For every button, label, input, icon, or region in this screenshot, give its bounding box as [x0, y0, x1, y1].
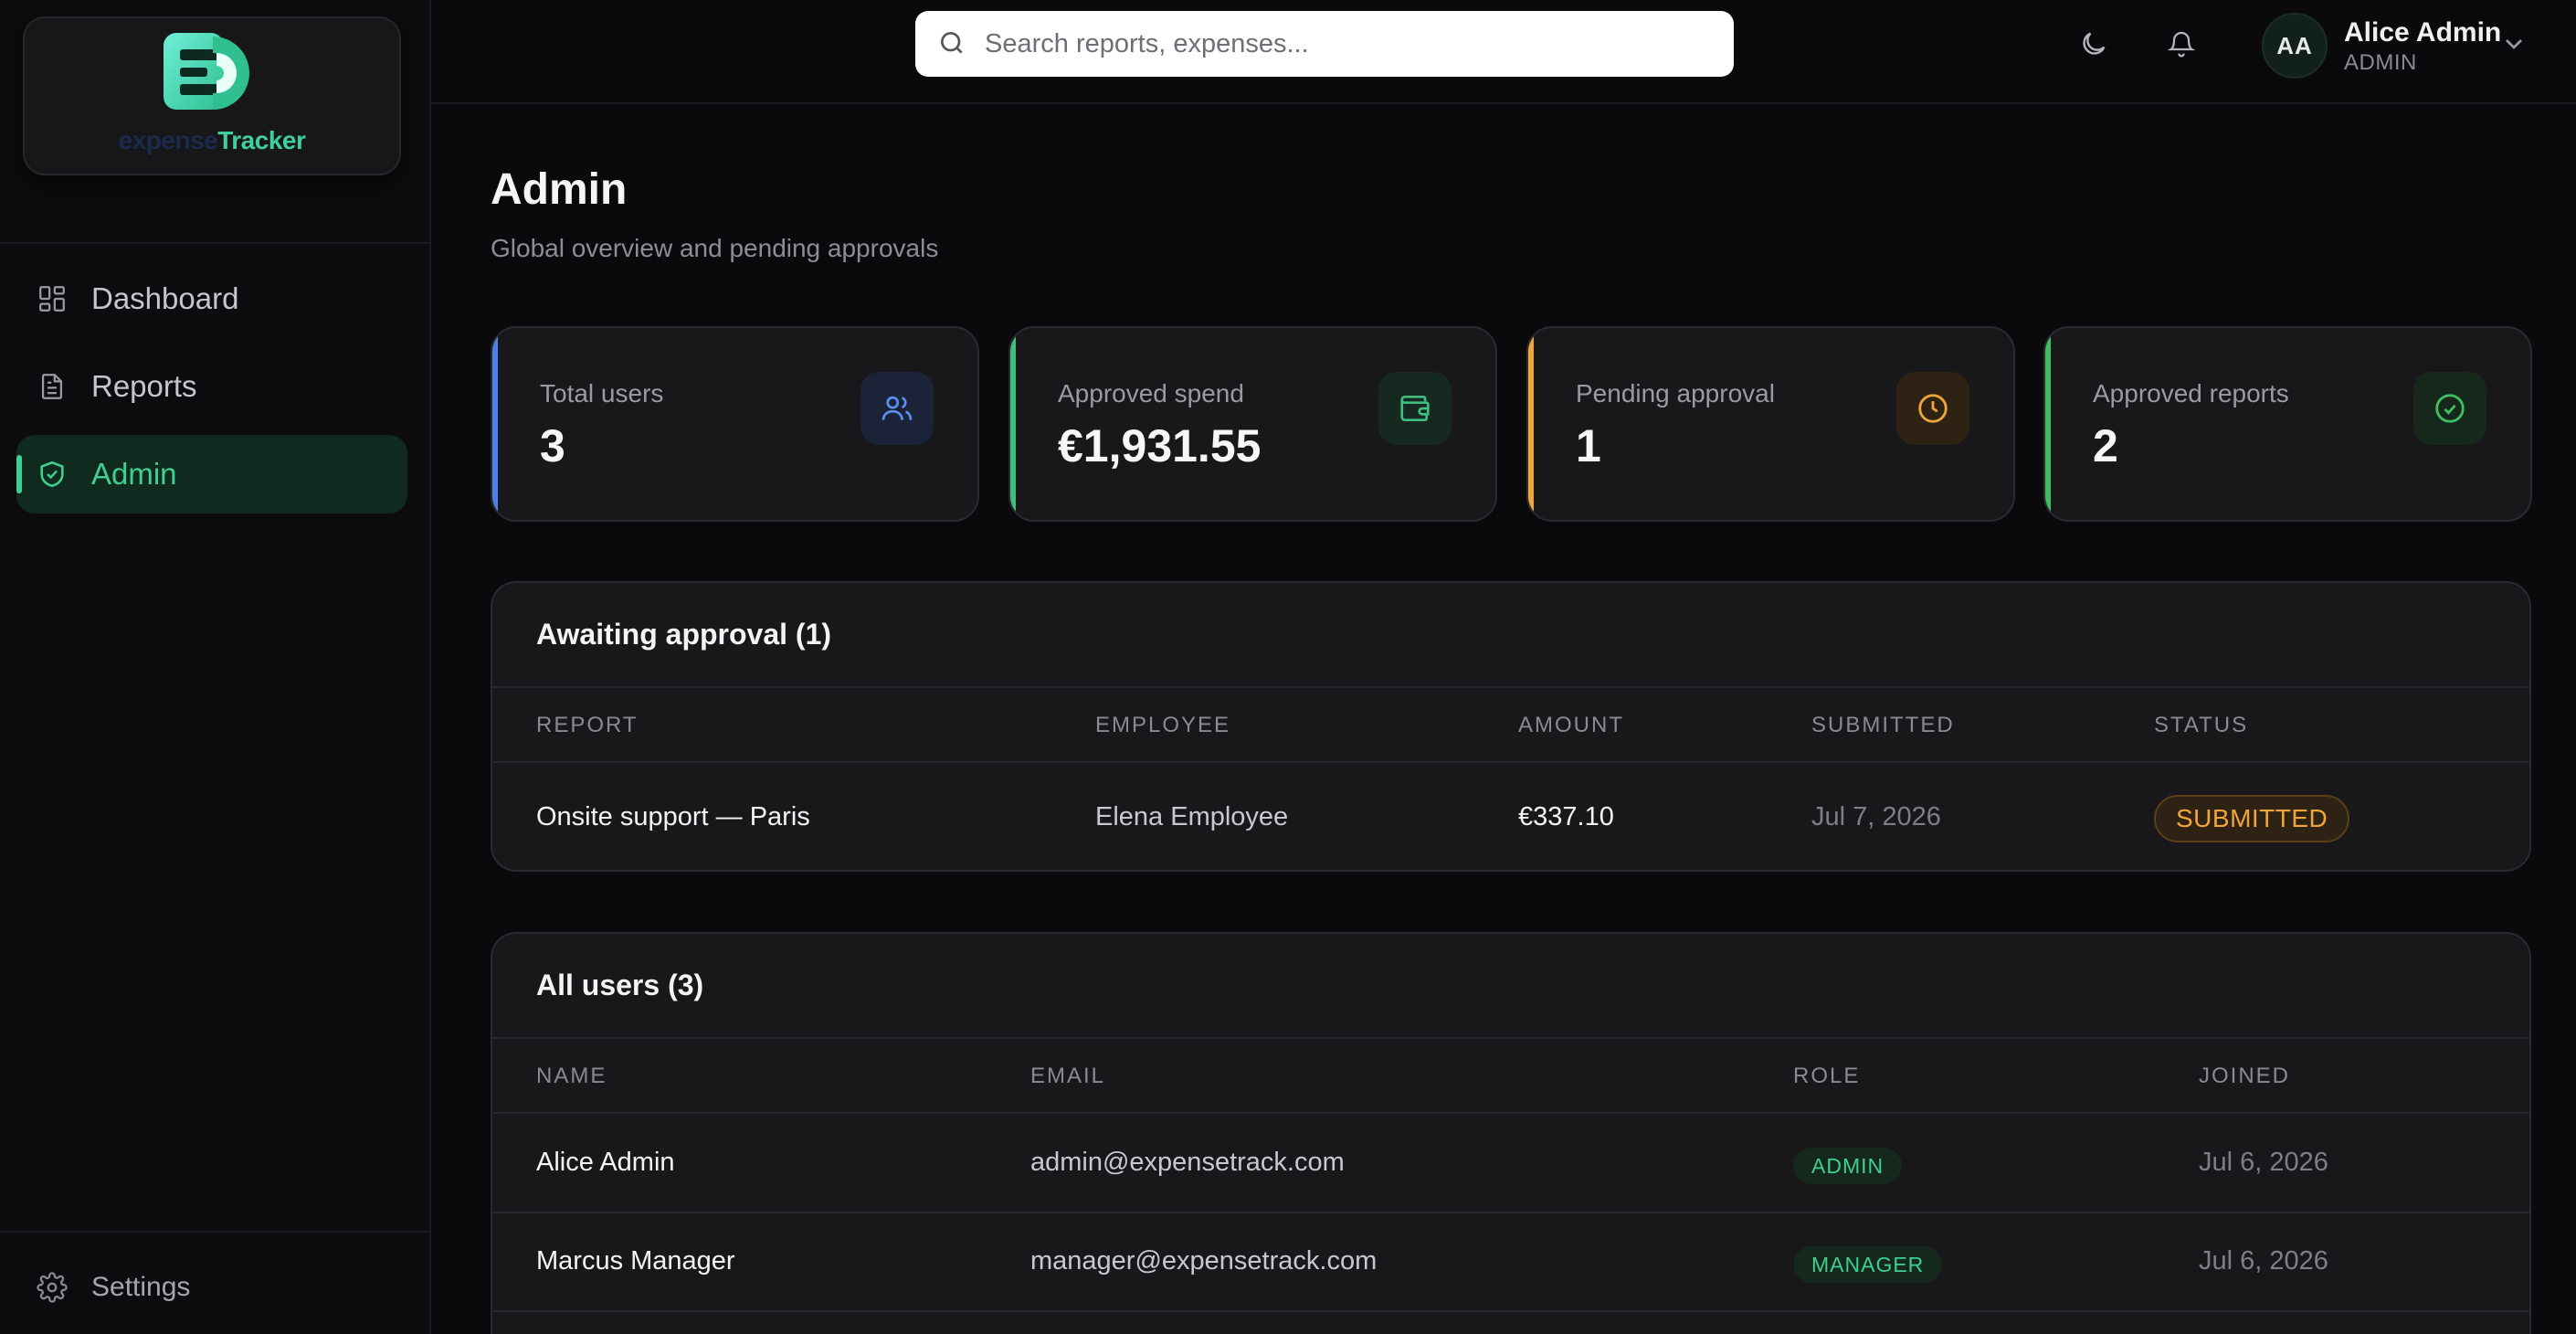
stat-card-approved-spend: Approved spend €1,931.55	[1008, 326, 1497, 522]
theme-toggle-button[interactable]	[2075, 26, 2112, 62]
sidebar: expenseTracker Dashboard Reports Admin S…	[0, 0, 431, 1334]
column-header-role: ROLE	[1793, 1064, 1861, 1088]
divider	[492, 686, 2529, 688]
search-box[interactable]	[915, 11, 1734, 77]
column-header-joined: JOINED	[2199, 1064, 2291, 1088]
divider	[492, 1212, 2529, 1213]
logo-mark-icon	[164, 33, 249, 110]
search-icon	[937, 28, 968, 59]
avatar: AA	[2262, 13, 2328, 79]
chevron-down-icon	[2506, 39, 2522, 49]
logo-card[interactable]: expenseTracker	[23, 16, 401, 175]
column-header-employee: EMPLOYEE	[1095, 713, 1231, 737]
sidebar-divider	[0, 242, 431, 244]
submitted-date: Jul 7, 2026	[1811, 802, 1941, 831]
sidebar-item-label: Dashboard	[91, 281, 239, 315]
user-name-cell: Marcus Manager	[536, 1246, 735, 1276]
user-name: Alice Admin	[2344, 17, 2502, 48]
stat-value: 3	[540, 420, 565, 471]
panel-title: Awaiting approval (1)	[536, 618, 832, 651]
sidebar-item-reports[interactable]: Reports	[16, 347, 407, 426]
page-title: Admin	[491, 165, 628, 214]
shield-check-icon	[37, 459, 68, 490]
bell-icon	[2167, 31, 2196, 58]
column-header-submitted: SUBMITTED	[1811, 713, 1955, 737]
divider	[492, 1037, 2529, 1039]
stat-label: Pending approval	[1576, 379, 1775, 408]
user-menu[interactable]: AA Alice Admin ADMIN	[2262, 11, 2501, 80]
stat-accent-bar	[492, 328, 498, 520]
settings-label: Settings	[91, 1272, 191, 1302]
user-email-cell: manager@expensetrack.com	[1030, 1246, 1378, 1276]
sidebar-divider	[0, 1231, 431, 1233]
column-header-status: STATUS	[2154, 713, 2249, 737]
moon-icon	[2083, 32, 2106, 55]
gear-icon	[37, 1272, 68, 1303]
user-email-cell: admin@expensetrack.com	[1030, 1148, 1345, 1177]
document-icon	[37, 371, 68, 402]
awaiting-approval-panel: Awaiting approval (1) REPORT EMPLOYEE AM…	[491, 581, 2531, 872]
joined-date-cell: Jul 6, 2026	[2199, 1148, 2328, 1177]
stat-value: 2	[2093, 420, 2118, 471]
stat-value: €1,931.55	[1058, 420, 1262, 471]
stat-label: Approved reports	[2093, 379, 2289, 408]
column-header-name: NAME	[536, 1064, 607, 1088]
column-header-email: EMAIL	[1030, 1064, 1106, 1088]
stat-card-pending-approval: Pending approval 1	[1526, 326, 2015, 522]
logo-word-tracker: Tracker	[217, 126, 306, 154]
page-subtitle: Global overview and pending approvals	[491, 234, 939, 262]
divider	[492, 1310, 2529, 1312]
amount: €337.10	[1518, 802, 1614, 831]
stat-label: Total users	[540, 379, 664, 408]
all-users-panel: All users (3) NAME EMAIL ROLE JOINED Ali…	[491, 932, 2531, 1334]
column-header-amount: AMOUNT	[1518, 713, 1624, 737]
sidebar-item-dashboard[interactable]: Dashboard	[16, 259, 407, 338]
status-badge: SUBMITTED	[2154, 795, 2350, 842]
stat-card-approved-reports: Approved reports 2	[2043, 326, 2532, 522]
user-menu-toggle[interactable]	[2499, 29, 2528, 58]
topbar	[431, 0, 2576, 104]
stat-accent-bar	[1010, 328, 1016, 520]
role-badge: ADMIN	[1793, 1148, 1903, 1184]
users-icon	[860, 372, 934, 445]
joined-date-cell: Jul 6, 2026	[2199, 1246, 2328, 1276]
stat-value: 1	[1576, 420, 1601, 471]
stat-accent-bar	[1528, 328, 1534, 520]
sidebar-item-label: Admin	[91, 457, 177, 491]
grid-icon	[37, 283, 68, 314]
column-header-report: REPORT	[536, 713, 639, 737]
clock-icon	[1896, 372, 1969, 445]
stat-label: Approved spend	[1058, 379, 1244, 408]
notifications-button[interactable]	[2163, 26, 2200, 62]
sidebar-item-label: Reports	[91, 369, 197, 403]
check-circle-icon	[2413, 372, 2486, 445]
divider	[492, 761, 2529, 763]
sidebar-item-admin[interactable]: Admin	[16, 435, 407, 513]
logo-word-expense: expense	[118, 126, 218, 154]
employee-name: Elena Employee	[1095, 802, 1289, 831]
divider	[492, 1112, 2529, 1114]
sidebar-item-settings[interactable]: Settings	[37, 1272, 190, 1303]
panel-title: All users (3)	[536, 969, 704, 1001]
user-role: ADMIN	[2344, 50, 2417, 75]
role-badge: MANAGER	[1793, 1246, 1943, 1283]
logo-wordmark: expenseTracker	[25, 126, 399, 155]
search-input[interactable]	[985, 28, 1716, 59]
report-name[interactable]: Onsite support — Paris	[536, 802, 810, 832]
wallet-icon	[1378, 372, 1452, 445]
stat-accent-bar	[2045, 328, 2051, 520]
stat-card-total-users: Total users 3	[491, 326, 979, 522]
user-name-cell: Alice Admin	[536, 1148, 675, 1177]
